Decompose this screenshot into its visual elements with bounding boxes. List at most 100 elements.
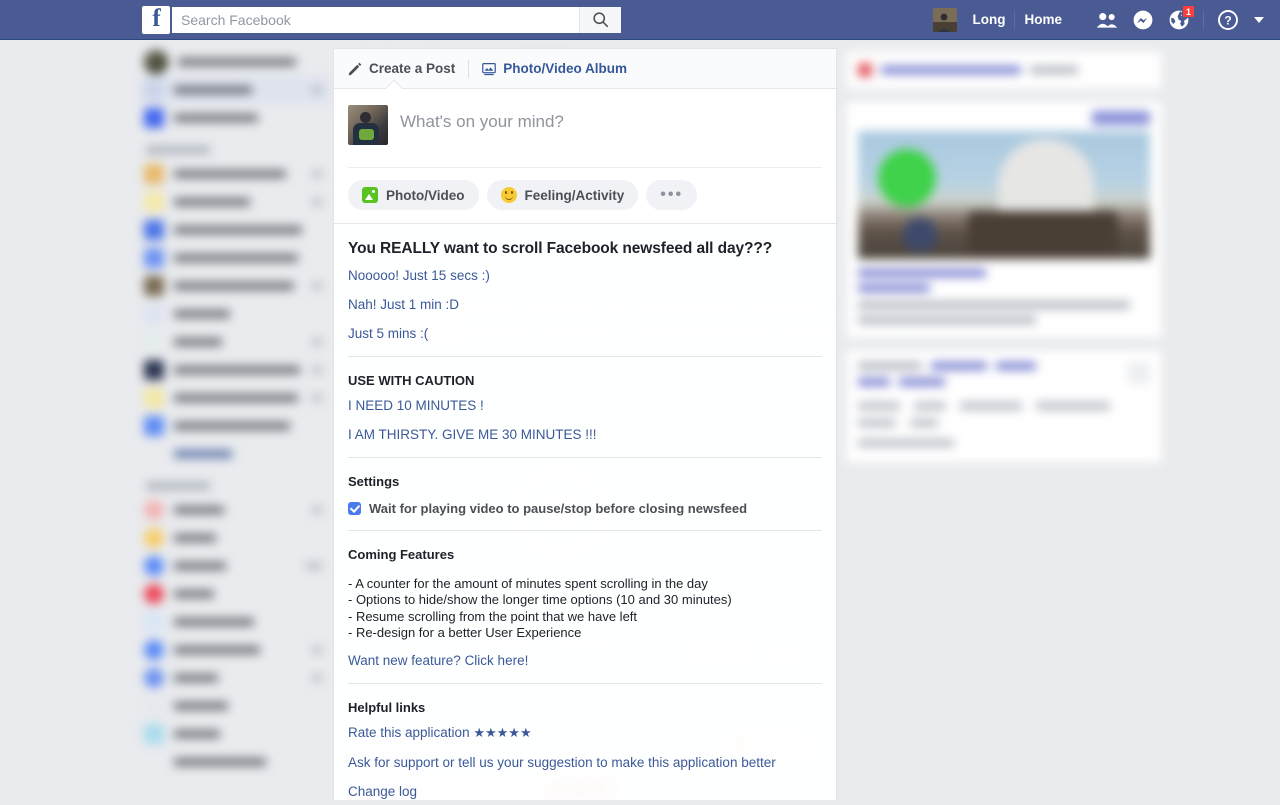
feeling-activity-button[interactable]: Feeling/Activity [487, 180, 639, 210]
sidebar-item-icon [144, 276, 164, 296]
search-bar [172, 7, 621, 33]
sidebar-item[interactable] [140, 356, 330, 384]
sidebar-item[interactable] [140, 300, 330, 328]
sidebar-item[interactable] [140, 496, 330, 524]
post-composer: Create a Post Photo/Video Album What's o… [334, 49, 836, 224]
sidebar-item-label [174, 226, 302, 234]
profile-avatar[interactable] [933, 8, 957, 32]
sidebar-item[interactable] [140, 216, 330, 244]
page-update-title [881, 66, 1021, 74]
sidebar-item-icon [144, 444, 164, 464]
sidebar-item-label [174, 618, 254, 626]
ad-image-green-circle [878, 149, 936, 207]
sidebar-item[interactable] [140, 328, 330, 356]
option-15-secs[interactable]: Nooooo! Just 15 secs :) [348, 260, 822, 289]
sidebar-item[interactable] [140, 720, 330, 748]
sidebar-item[interactable] [140, 748, 330, 776]
ad-body-line [858, 301, 1130, 309]
sponsored-ad-card[interactable] [845, 100, 1163, 339]
footer-link[interactable] [858, 402, 900, 410]
option-1-min[interactable]: Nah! Just 1 min :D [348, 289, 822, 318]
search-input[interactable] [172, 7, 579, 33]
sidebar-item[interactable] [140, 160, 330, 188]
footer-link[interactable] [996, 362, 1036, 370]
ad-create-ad-button[interactable] [1092, 111, 1150, 125]
support-link[interactable]: Ask for support or tell us your suggesti… [348, 747, 822, 776]
composer-status-input[interactable]: What's on your mind? [400, 105, 822, 132]
ad-image-person [903, 217, 937, 251]
sidebar-item-icon [144, 752, 164, 772]
account-menu-caret-icon[interactable] [1254, 17, 1264, 23]
page-update-card[interactable] [845, 50, 1163, 90]
notifications-button[interactable]: 1 [1161, 7, 1197, 33]
sidebar-item[interactable] [140, 104, 330, 132]
wait-for-video-checkbox[interactable] [348, 502, 361, 515]
ad-body-line [858, 316, 1036, 324]
sidebar-item-icon [144, 584, 164, 604]
change-log-link[interactable]: Change log [348, 776, 822, 805]
sidebar-see-more[interactable] [140, 440, 330, 468]
sidebar-item-label [174, 198, 250, 206]
sidebar-item[interactable] [140, 664, 330, 692]
sidebar-item[interactable] [140, 272, 330, 300]
footer-link[interactable] [858, 362, 922, 370]
profile-name-link[interactable]: Long [963, 10, 1014, 30]
photo-video-button[interactable]: Photo/Video [348, 180, 479, 210]
footer-link[interactable] [858, 378, 890, 386]
composer-tab-bar: Create a Post Photo/Video Album [334, 49, 836, 89]
footer-settings-button[interactable] [1128, 362, 1150, 384]
tab-photo-video-album-label: Photo/Video Album [503, 61, 627, 76]
sidebar-item-label [174, 394, 298, 402]
coming-features-heading: Coming Features [348, 531, 822, 564]
home-link[interactable]: Home [1015, 10, 1071, 30]
footer-link[interactable] [914, 402, 946, 410]
sidebar-item[interactable] [140, 412, 330, 440]
settings-heading: Settings [348, 458, 822, 491]
footer-link[interactable] [858, 419, 896, 427]
page-title: You REALLY want to scroll Facebook newsf… [348, 224, 822, 260]
ad-headline [858, 269, 986, 277]
sidebar-item[interactable] [140, 636, 330, 664]
footer-link[interactable] [910, 419, 938, 427]
rate-application-label: Rate this application [348, 725, 473, 740]
option-30-minutes[interactable]: I AM THIRSTY. GIVE ME 30 MINUTES !!! [348, 419, 822, 448]
messenger-button[interactable] [1125, 7, 1161, 33]
avatar-head [360, 112, 371, 123]
footer-link[interactable] [899, 378, 945, 386]
option-5-mins[interactable]: Just 5 mins :( [348, 318, 822, 347]
sidebar-item[interactable] [140, 524, 330, 552]
footer-link[interactable] [1036, 402, 1110, 410]
sidebar-item[interactable] [140, 384, 330, 412]
tab-photo-video-album[interactable]: Photo/Video Album [482, 61, 627, 76]
sidebar-item[interactable] [140, 188, 330, 216]
page-update-row [846, 51, 1162, 89]
sidebar-item[interactable] [140, 76, 330, 104]
tab-create-post[interactable]: Create a Post [348, 61, 455, 76]
more-options-button[interactable]: ••• [646, 180, 697, 210]
facebook-top-navigation-bar: f Long Home [0, 0, 1280, 40]
sidebar-item[interactable] [140, 244, 330, 272]
sidebar-item[interactable] [140, 608, 330, 636]
facebook-logo-icon[interactable]: f [142, 6, 170, 34]
sidebar-item-label [174, 170, 286, 178]
friend-requests-button[interactable] [1089, 7, 1125, 33]
sidebar-item-icon [144, 332, 164, 352]
option-10-minutes[interactable]: I NEED 10 MINUTES ! [348, 390, 822, 419]
sidebar-item-icon [144, 164, 164, 184]
sidebar-item[interactable] [140, 580, 330, 608]
page-icon [858, 63, 872, 77]
footer-link[interactable] [960, 402, 1022, 410]
sidebar-item[interactable] [140, 552, 330, 580]
sidebar-item-label [178, 58, 296, 66]
composer-avatar[interactable] [348, 105, 388, 145]
want-new-feature-link[interactable]: Want new feature? Click here! [348, 645, 822, 674]
sidebar-item[interactable] [140, 692, 330, 720]
rate-application-link[interactable]: Rate this application ★★★★★ [348, 717, 822, 747]
sidebar-profile-item[interactable] [140, 48, 330, 76]
help-button[interactable]: ? [1210, 7, 1246, 33]
sidebar-item-label [174, 702, 228, 710]
footer-top-row [846, 350, 1162, 392]
wait-for-video-checkbox-row[interactable]: Wait for playing video to pause/stop bef… [348, 491, 822, 530]
search-button[interactable] [579, 7, 621, 33]
footer-link[interactable] [931, 362, 987, 370]
